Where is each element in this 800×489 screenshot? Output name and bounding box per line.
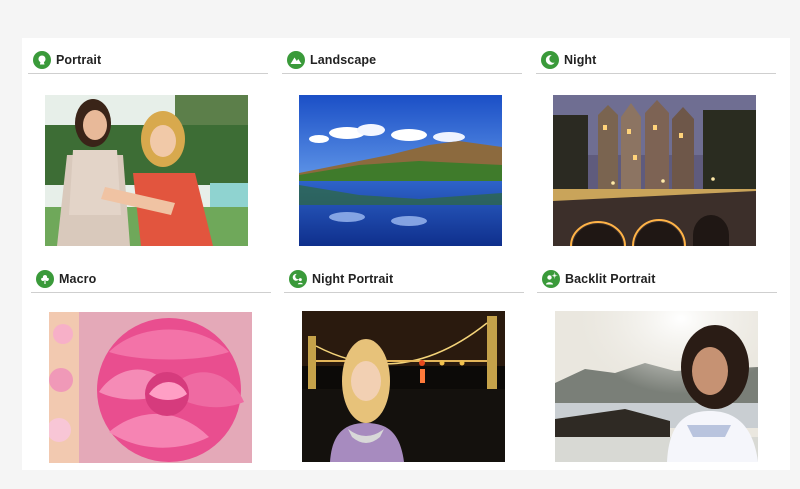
pink-peony-photo[interactable] [49,312,252,463]
scene-header-landscape: Landscape [282,47,522,74]
scene-header-backlit-portrait: Backlit Portrait [537,266,777,293]
scene-mode-panel: Portrait Landscape Night Macro Night Por… [22,38,790,470]
woman-at-night-bridge-photo[interactable] [302,311,505,462]
scene-header-night: Night [536,47,776,74]
lake-reflection-photo[interactable] [299,95,502,246]
portrait-mode-icon [33,51,51,69]
night-portrait-mode-icon [289,270,307,288]
macro-mode-icon [36,270,54,288]
two-women-smiling-photo[interactable] [45,95,248,246]
scene-title-night-portrait: Night Portrait [312,272,394,286]
scene-header-portrait: Portrait [28,47,268,74]
scene-title-backlit-portrait: Backlit Portrait [565,272,656,286]
scene-title-night: Night [564,53,597,67]
scene-header-macro: Macro [31,266,271,293]
backlit-portrait-mode-icon [542,270,560,288]
scene-title-landscape: Landscape [310,53,377,67]
canal-bridge-night-photo[interactable] [553,95,756,246]
landscape-mode-icon [287,51,305,69]
scene-title-portrait: Portrait [56,53,102,67]
scene-header-night-portrait: Night Portrait [284,266,524,293]
night-mode-icon [541,51,559,69]
scene-title-macro: Macro [59,272,97,286]
woman-backlit-seaside-photo[interactable] [555,311,758,462]
